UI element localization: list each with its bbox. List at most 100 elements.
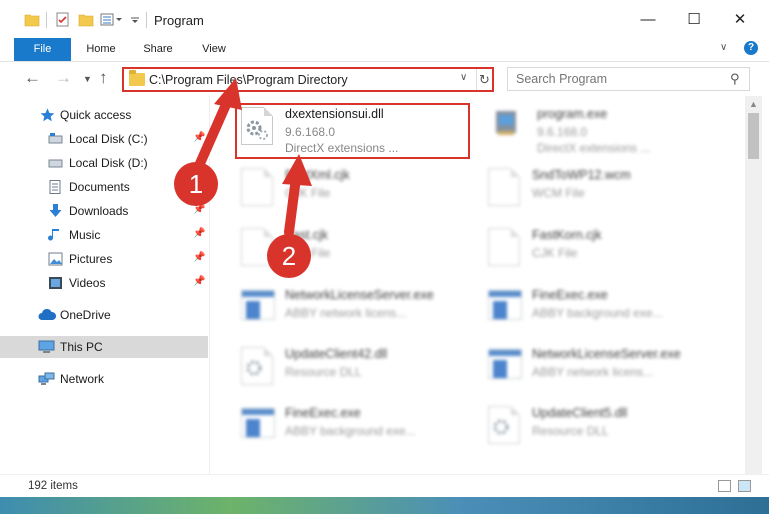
pin-icon[interactable]: 📌 bbox=[193, 228, 205, 239]
drive-icon bbox=[48, 132, 63, 146]
callout-step-2: 2 bbox=[267, 234, 311, 278]
app-window-icon bbox=[241, 408, 275, 438]
address-bar[interactable]: C:\Program Files\Program Directory ∨ ↻ bbox=[122, 67, 494, 92]
chevron-down-icon[interactable]: ∨ bbox=[460, 72, 467, 83]
properties-icon[interactable] bbox=[55, 12, 71, 27]
file-name: program.exe bbox=[537, 107, 608, 121]
search-input[interactable] bbox=[508, 68, 723, 90]
file-item-fastxml[interactable]: FastXml.cjk CJK File bbox=[237, 162, 487, 218]
navigation-pane: Quick access Local Disk (C:) 📌 Local Dis… bbox=[0, 96, 210, 474]
file-description: ABBY background exe... bbox=[285, 424, 416, 438]
back-arrow-icon[interactable]: ← bbox=[24, 68, 41, 88]
recent-locations-icon[interactable]: ▼ bbox=[83, 74, 92, 84]
file-name: FastKorn.cjk bbox=[532, 228, 602, 242]
status-bar: 192 items bbox=[0, 474, 769, 497]
network-icon bbox=[38, 372, 55, 386]
file-type: CJK File bbox=[532, 246, 578, 260]
forward-arrow-icon[interactable]: → bbox=[55, 68, 72, 88]
file-name: NetworkLicenseServer.exe bbox=[285, 288, 434, 302]
chevron-down-icon[interactable]: ∨ bbox=[720, 42, 727, 53]
documents-icon bbox=[48, 180, 63, 194]
pin-icon[interactable]: 📌 bbox=[193, 252, 205, 263]
sidebar-item-label: Downloads bbox=[69, 204, 129, 218]
minimize-button[interactable]: — bbox=[625, 6, 671, 32]
sidebar-item-this-pc[interactable]: This PC bbox=[0, 336, 208, 358]
separator bbox=[146, 12, 147, 28]
scroll-thumb[interactable] bbox=[748, 113, 759, 159]
pin-icon[interactable]: 📌 bbox=[193, 276, 205, 287]
file-item-sndtowp12[interactable]: SndToWP12.wcm WCM File bbox=[484, 162, 734, 218]
tab-home[interactable]: Home bbox=[78, 38, 124, 61]
search-box[interactable]: ⚲ bbox=[507, 67, 750, 91]
maximize-button[interactable]: ☐ bbox=[671, 6, 717, 32]
explorer-window: Program — ☐ ✕ File Home Share View ∨ ? ←… bbox=[0, 0, 769, 502]
file-type: CJK File bbox=[285, 186, 331, 200]
sidebar-item-quick-access[interactable]: Quick access bbox=[0, 104, 208, 126]
address-path[interactable]: C:\Program Files\Program Directory bbox=[149, 73, 348, 87]
file-item-fastkorn[interactable]: FastKorn.cjk CJK File bbox=[484, 222, 734, 278]
exe-icon bbox=[493, 107, 521, 139]
file-item-updateclient5[interactable]: UpdateClient5.dll Resource DLL bbox=[484, 400, 734, 456]
sidebar-item-videos[interactable]: Videos 📌 bbox=[0, 272, 208, 294]
dll-gear-icon bbox=[241, 347, 273, 385]
file-name: NetworkLicenseServer.exe bbox=[532, 347, 681, 361]
drive-icon bbox=[48, 156, 63, 170]
close-button[interactable]: ✕ bbox=[717, 6, 763, 32]
sidebar-item-pictures[interactable]: Pictures 📌 bbox=[0, 248, 208, 270]
refresh-icon[interactable]: ↻ bbox=[476, 69, 492, 90]
file-item-fineexec-2[interactable]: FineExec.exe ABBY background exe... bbox=[237, 400, 487, 456]
window-title: Program bbox=[154, 13, 204, 28]
file-name: FineExec.exe bbox=[532, 288, 608, 302]
search-icon[interactable]: ⚲ bbox=[730, 71, 740, 87]
file-highlight-box bbox=[235, 103, 470, 159]
file-type: WCM File bbox=[532, 186, 585, 200]
tab-share[interactable]: Share bbox=[134, 38, 182, 61]
large-icons-view-icon[interactable] bbox=[738, 480, 751, 492]
separator bbox=[46, 12, 47, 28]
file-name: FastXml.cjk bbox=[285, 168, 350, 182]
new-folder-icon[interactable] bbox=[78, 12, 94, 27]
sidebar-item-label: Videos bbox=[69, 276, 106, 290]
sidebar-item-label: Local Disk (D:) bbox=[69, 156, 148, 170]
sidebar-item-label: Network bbox=[60, 372, 105, 386]
vertical-scrollbar[interactable]: ▲ bbox=[745, 96, 762, 474]
sidebar-item-music[interactable]: Music 📌 bbox=[0, 224, 208, 246]
sidebar-item-label: Music bbox=[69, 228, 101, 242]
file-description: Resource DLL bbox=[532, 424, 609, 438]
sidebar-item-network[interactable]: Network bbox=[0, 368, 208, 390]
sidebar-item-label: Local Disk (C:) bbox=[69, 132, 148, 146]
sidebar-item-label: Pictures bbox=[69, 252, 113, 266]
scroll-up-icon[interactable]: ▲ bbox=[749, 99, 758, 109]
blank-file-icon bbox=[241, 168, 273, 206]
file-version: 9.6.168.0 bbox=[537, 125, 588, 139]
title-bar: Program — ☐ ✕ bbox=[0, 0, 769, 38]
folder-icon bbox=[129, 70, 145, 86]
tab-file[interactable]: File bbox=[14, 38, 71, 61]
file-item-program-exe[interactable]: program.exe 9.6.168.0 DirectX extensions… bbox=[489, 101, 739, 157]
pictures-icon bbox=[48, 252, 63, 266]
file-description: ABBY network licens... bbox=[532, 365, 654, 379]
file-description: ABBY background exe... bbox=[532, 306, 663, 320]
file-item-updateclient42[interactable]: UpdateClient42.dll Resource DLL bbox=[237, 341, 487, 397]
download-icon bbox=[48, 204, 63, 218]
up-arrow-icon[interactable]: ↑ bbox=[99, 68, 108, 88]
file-item-networklicenseserver-2[interactable]: NetworkLicenseServer.exe ABBY network li… bbox=[484, 341, 734, 397]
tab-view[interactable]: View bbox=[192, 38, 236, 61]
computer-icon bbox=[38, 340, 55, 354]
desktop-background bbox=[0, 497, 769, 514]
sidebar-item-downloads[interactable]: Downloads 📌 bbox=[0, 200, 208, 222]
dropdown-arrow-icon[interactable] bbox=[130, 12, 146, 27]
ribbon-tabs: File Home Share View ∨ ? bbox=[0, 38, 769, 62]
help-icon[interactable]: ? bbox=[744, 41, 758, 55]
music-icon bbox=[48, 228, 63, 242]
file-item-networklicenseserver[interactable]: NetworkLicenseServer.exe ABBY network li… bbox=[237, 282, 487, 338]
pin-icon[interactable]: 📌 bbox=[193, 132, 205, 143]
sidebar-item-local-disk-c[interactable]: Local Disk (C:) 📌 bbox=[0, 128, 208, 150]
details-view-icon[interactable] bbox=[718, 480, 731, 492]
customize-quick-access-icon[interactable] bbox=[100, 12, 122, 27]
item-count: 192 items bbox=[28, 480, 78, 492]
sidebar-item-onedrive[interactable]: OneDrive bbox=[0, 304, 208, 326]
file-description: Resource DLL bbox=[285, 365, 362, 379]
file-description: ABBY network licens... bbox=[285, 306, 407, 320]
file-item-fineexec[interactable]: FineExec.exe ABBY background exe... bbox=[484, 282, 734, 338]
